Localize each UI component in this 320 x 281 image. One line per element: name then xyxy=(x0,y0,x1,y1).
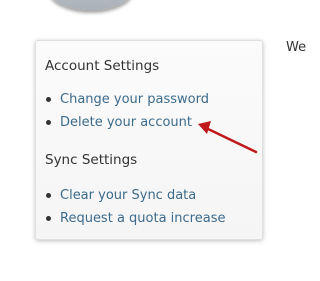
change-password-link[interactable]: Change your password xyxy=(60,92,209,107)
clear-sync-data-link[interactable]: Clear your Sync data xyxy=(60,188,196,203)
list-item-clear-sync-data: Clear your Sync data xyxy=(45,188,262,211)
arrow-pointing-left-icon xyxy=(198,121,258,154)
list-item-request-quota-increase: Request a quota increase xyxy=(45,211,262,234)
delete-account-link[interactable]: Delete your account xyxy=(60,115,192,130)
account-settings-title: Account Settings xyxy=(45,58,160,74)
request-quota-increase-link[interactable]: Request a quota increase xyxy=(60,211,225,226)
list-item-change-password: Change your password xyxy=(45,92,262,115)
bullet-icon xyxy=(46,216,51,221)
sync-settings-list: Clear your Sync data Request a quota inc… xyxy=(45,188,262,234)
bullet-icon xyxy=(46,120,51,125)
bullet-icon xyxy=(46,97,51,102)
bullet-icon xyxy=(46,193,51,198)
avatar-edge xyxy=(48,0,134,10)
main-content-text-fragment: We xyxy=(286,40,307,55)
